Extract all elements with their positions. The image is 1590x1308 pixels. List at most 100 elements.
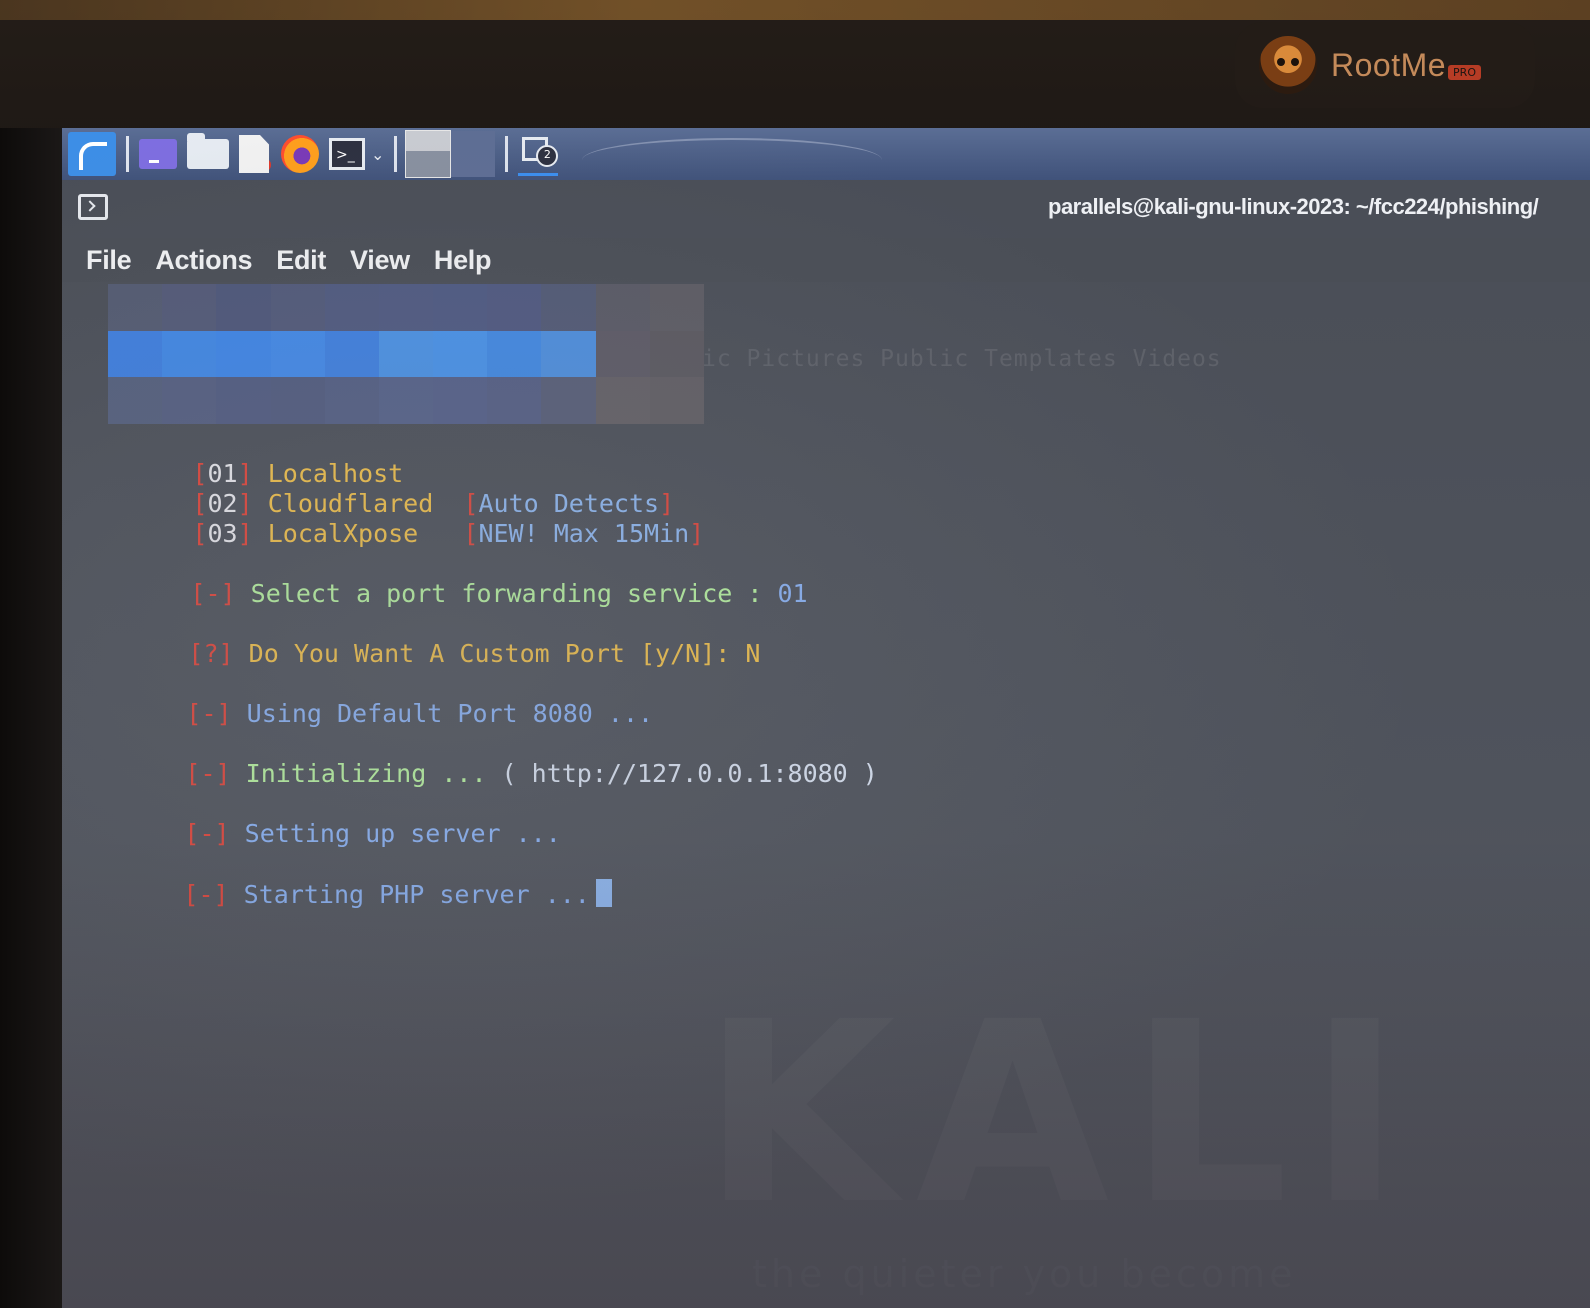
file-icon [239, 135, 269, 173]
text-editor-button[interactable] [239, 134, 271, 174]
file-manager-button[interactable] [187, 133, 229, 174]
pixel-block [162, 284, 217, 331]
menu-help[interactable]: Help [434, 245, 492, 276]
pixel-block [108, 377, 163, 424]
menu-file[interactable]: File [86, 245, 132, 276]
bracket-close: ] [689, 519, 705, 548]
bracket-open: [ [192, 519, 208, 548]
pixelated-banner [108, 284, 704, 424]
status-mark: [-] [190, 579, 236, 608]
terminal-output[interactable]: KALI the quieter you become ic Pictures … [62, 282, 1590, 1308]
pixel-block [649, 284, 704, 331]
kali-watermark-tagline: the quieter you become [752, 1252, 1297, 1296]
taskbar-separator [126, 136, 129, 172]
option-note: NEW! Max 15Min [478, 519, 690, 548]
title-bar: parallels@kali-gnu-linux-2023: ~/fcc224/… [62, 180, 1590, 238]
pixel-block [595, 284, 650, 331]
pixel-block [324, 284, 379, 331]
pixel-block [541, 284, 596, 331]
terminal-button[interactable]: >_ ⌄ [329, 134, 384, 174]
pixel-block [108, 284, 163, 331]
pixel-block [324, 377, 379, 424]
workspace-2[interactable] [451, 131, 496, 177]
option-name: LocalXpose [267, 519, 419, 548]
pixel-block [378, 284, 434, 331]
taskbar: >_ ⌄ 2 [62, 128, 1590, 180]
faded-directory-listing: ic Pictures Public Templates Videos [702, 346, 1222, 372]
pixel-block [270, 284, 325, 331]
terminal-window: parallels@kali-gnu-linux-2023: ~/fcc224/… [62, 180, 1590, 1308]
pixel-block [595, 330, 650, 378]
pixel-block [595, 377, 650, 424]
brand-badge: RootMe PRO [1235, 22, 1535, 108]
pixel-block [216, 330, 271, 378]
terminal-launcher-button[interactable] [139, 134, 177, 174]
pixel-block [649, 330, 704, 378]
kali-menu-icon[interactable] [68, 132, 116, 176]
pixel-block [487, 284, 542, 331]
screen: >_ ⌄ 2 parallels@kali-gnu-linux-2023: ~/f… [0, 128, 1590, 1308]
status-line: [-] Starting PHP server ... [63, 850, 612, 938]
chevron-down-icon[interactable]: ⌄ [371, 145, 384, 164]
pixel-block [216, 377, 271, 424]
status-mark: [-] [186, 699, 232, 728]
status-value: 01 [777, 579, 808, 608]
pixel-block [487, 377, 542, 424]
folder-icon [187, 133, 229, 169]
taskbar-separator [394, 136, 398, 172]
pixel-block [433, 284, 488, 331]
status-value: ( http://127.0.0.1:8080 ) [501, 759, 878, 788]
terminal-icon: >_ [329, 138, 365, 170]
status-mark: [-] [185, 759, 231, 788]
taskbar-separator [505, 136, 509, 172]
pixel-block [433, 377, 488, 424]
pixel-block [487, 330, 542, 378]
pixel-block [270, 377, 325, 424]
taskbar-decoration [582, 138, 882, 182]
pixel-block [433, 330, 488, 378]
screen-edge [0, 128, 62, 1308]
status-mark: [?] [188, 639, 234, 668]
terminal-purple-icon [139, 139, 177, 169]
window-title: parallels@kali-gnu-linux-2023: ~/fcc224/… [1048, 194, 1539, 219]
status-value: N [745, 639, 761, 668]
status-mark: [-] [183, 880, 229, 909]
menu-view[interactable]: View [350, 245, 410, 276]
status-text: Starting PHP server ... [243, 880, 590, 909]
kali-watermark: KALI [702, 968, 1422, 1259]
menu-edit[interactable]: Edit [276, 245, 326, 276]
pixel-block [649, 377, 704, 424]
terminal-cursor [595, 879, 612, 907]
pixel-block [108, 330, 163, 378]
status-text: Initializing ... [245, 759, 502, 788]
window-count-badge: 2 [536, 144, 559, 167]
brand-tag: PRO [1448, 65, 1481, 80]
firefox-button[interactable] [281, 134, 319, 174]
skull-logo-icon [1259, 36, 1317, 94]
pixel-block [378, 330, 434, 378]
pixel-block [541, 330, 596, 378]
pixel-block [162, 330, 217, 378]
brand-name: RootMe [1331, 46, 1447, 83]
status-mark: [-] [184, 819, 230, 848]
pixel-block [378, 377, 434, 424]
bracket-close: ] [237, 519, 253, 548]
terminal-title-icon [78, 194, 108, 220]
pixel-block [162, 377, 217, 424]
status-text: Using Default Port 8080 ... [246, 699, 654, 728]
pixel-block [216, 284, 271, 331]
menu-bar: File Actions Edit View Help [62, 238, 1590, 282]
status-text: Do You Want A Custom Port [y/N]: [248, 639, 746, 668]
bracket-open: [ [463, 519, 479, 548]
pixel-block [541, 377, 596, 424]
status-text: Setting up server ... [244, 819, 561, 848]
pixel-block [270, 330, 325, 378]
status-text: Select a port forwarding service : [250, 579, 778, 608]
terminal-window-task[interactable]: 2 [518, 133, 559, 176]
pixel-block [324, 330, 379, 378]
menu-actions[interactable]: Actions [155, 245, 252, 276]
bezel-edge [0, 0, 1590, 20]
workspace-1[interactable] [405, 130, 452, 178]
option-number: 03 [207, 519, 238, 548]
firefox-icon [281, 135, 319, 173]
